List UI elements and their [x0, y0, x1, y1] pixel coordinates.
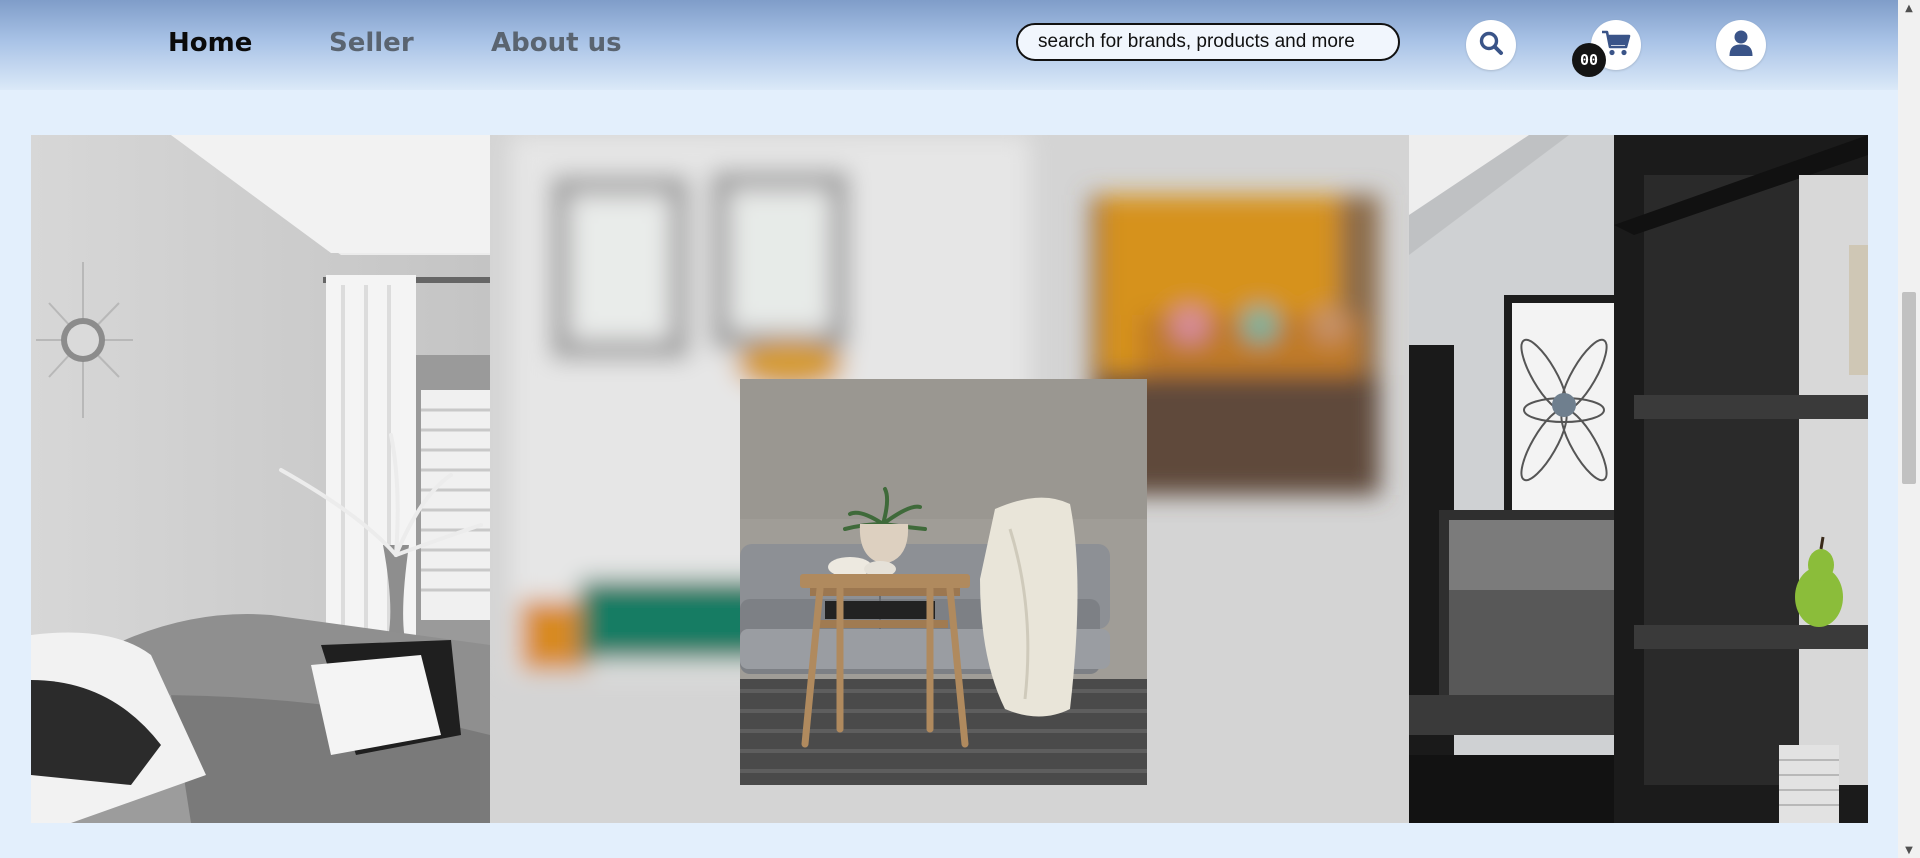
- cart-count-badge: 00: [1572, 43, 1606, 77]
- search-icon: [1478, 30, 1504, 60]
- tv-shelf-photo: [1409, 135, 1868, 823]
- nav-link-home[interactable]: Home: [168, 28, 252, 58]
- page: Home Seller About us 00: [0, 0, 1920, 858]
- user-account-button[interactable]: [1716, 20, 1766, 70]
- sofa-side-table-photo[interactable]: [740, 379, 1147, 785]
- living-room-sofa-photo: [31, 135, 490, 823]
- search-input[interactable]: [1016, 23, 1400, 61]
- scroll-up-icon[interactable]: ▲: [1898, 0, 1920, 16]
- nav-link-seller[interactable]: Seller: [329, 28, 414, 58]
- user-icon: [1728, 29, 1754, 61]
- nav-link-about-us[interactable]: About us: [491, 28, 622, 58]
- search-button[interactable]: [1466, 20, 1516, 70]
- navbar: Home Seller About us 00: [0, 0, 1898, 90]
- page-scrollbar[interactable]: ▲ ▼: [1898, 0, 1920, 858]
- scroll-down-icon[interactable]: ▼: [1898, 842, 1920, 858]
- scrollbar-thumb[interactable]: [1902, 292, 1916, 484]
